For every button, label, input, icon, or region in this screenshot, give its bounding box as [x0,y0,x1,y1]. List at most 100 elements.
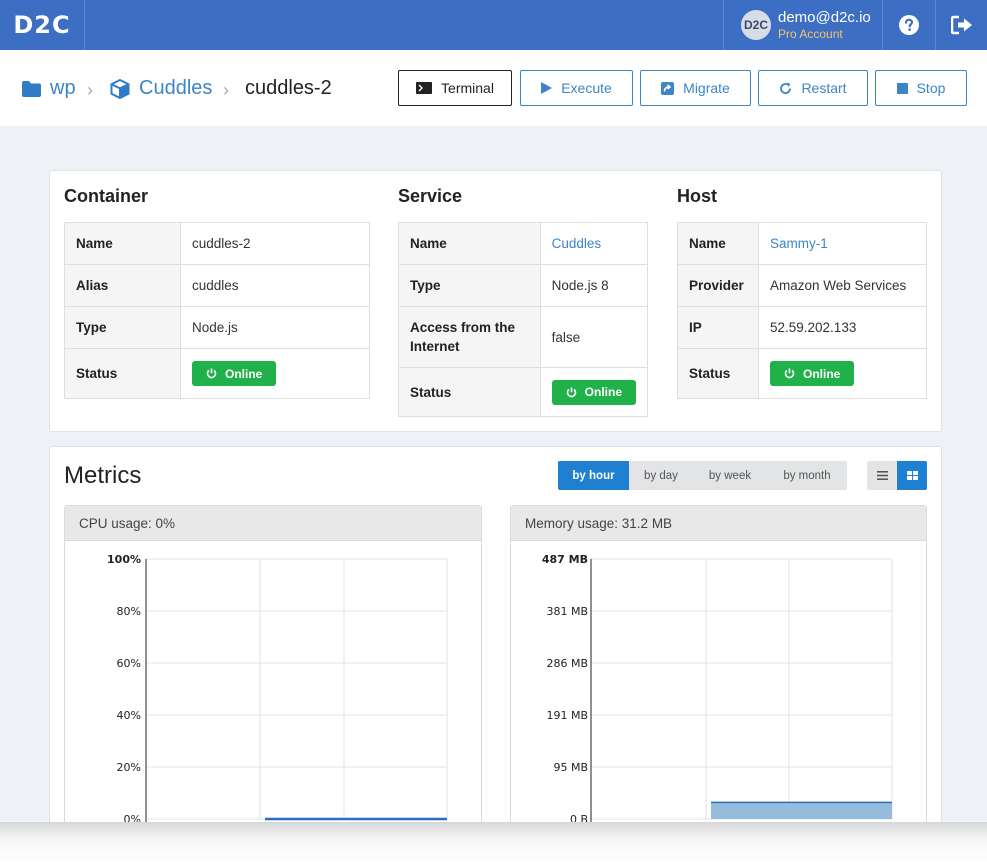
metrics-title: Metrics [64,462,142,489]
table-value: cuddles [180,264,370,307]
user-plan: Pro Account [778,27,843,41]
view-toggle [867,461,927,490]
period-by-month[interactable]: by month [767,461,847,490]
table-value: Node.js [180,306,370,349]
migrate-icon [661,81,675,95]
y-tick-label: 100% [107,553,141,566]
user-email: demo@d2c.io [778,9,871,26]
y-tick-label: 381 MB [546,605,588,618]
cpu-chart-title: CPU usage: 0% [65,506,481,541]
logout-icon [951,15,972,35]
status-badge: Online [192,361,277,386]
host-name-link[interactable]: Sammy-1 [758,222,927,265]
table-value: Node.js 8 [539,264,649,307]
breadcrumb-separator: › [223,80,229,100]
table-value: Amazon Web Services [758,264,927,307]
stop-label: Stop [916,80,946,96]
memory-chart-panel: Memory usage: 31.2 MB 487 MB 381 MB 286 MB… [510,505,927,845]
migrate-button[interactable]: Migrate [640,70,751,106]
memory-chart-title: Memory usage: 31.2 MB [511,506,926,541]
table-key: Status [677,348,759,399]
migrate-label: Migrate [683,80,730,96]
status-label: Online [803,366,841,381]
execute-label: Execute [561,80,612,96]
cpu-chart-panel: CPU usage: 0% 100% 80% 60% 40% 20% 0% [64,505,482,845]
memory-chart: 487 MB381 MB286 MB191 MB95 MB0 B [542,553,893,826]
table-row: Status Online [64,348,370,399]
period-by-hour[interactable]: by hour [558,461,629,490]
restart-button[interactable]: Restart [758,70,868,106]
cpu-chart: 100%80%60%40%20%0% [107,553,448,826]
table-key: Provider [677,264,759,307]
table-value: Online [180,348,370,399]
status-label: Online [584,385,622,399]
y-tick-label: 95 MB [553,761,588,774]
table-key: Name [677,222,759,265]
stop-icon [896,82,908,94]
restart-icon [780,82,792,94]
list-view-button[interactable] [867,461,897,490]
breadcrumb-project[interactable]: wp [22,77,76,100]
service-name-link[interactable]: Cuddles [539,222,649,265]
status-badge: Online [551,379,636,405]
y-tick-label: 191 MB [546,709,588,722]
table-key: Type [398,264,541,307]
table-row: Access from the Internet false [398,306,649,368]
table-value: 52.59.202.133 [758,306,927,349]
bottom-shadow [0,822,987,864]
y-tick-label: 40% [117,709,141,722]
table-row: Status Online [677,348,927,399]
restart-label: Restart [801,80,847,96]
period-by-day[interactable]: by day [629,461,693,490]
help-icon [899,15,919,35]
host-title: Host [677,186,717,206]
status-label: Online [225,366,263,381]
y-tick-label: 80% [117,605,141,618]
grid-icon [906,471,918,480]
cube-icon [110,78,130,99]
app-logo[interactable]: D2C [0,0,85,50]
table-row: Provider Amazon Web Services [677,264,927,307]
user-menu[interactable]: D2C demo@d2c.io Pro Account [723,0,883,50]
table-key: IP [677,306,759,349]
stop-button[interactable]: Stop [875,70,967,106]
table-key: Status [398,367,541,417]
power-icon [784,368,795,379]
terminal-icon [416,82,433,94]
y-tick-label: 487 MB [542,553,588,566]
table-row: Status Online [398,367,649,417]
table-row: Name cuddles-2 [64,222,370,265]
execute-button[interactable]: Execute [520,70,633,106]
service-table: Name Cuddles Type Node.js 8 Access from … [398,222,649,417]
container-title: Container [64,186,149,206]
logout-button[interactable] [937,0,987,50]
table-row: Name Cuddles [398,222,649,265]
play-icon [541,82,553,94]
table-key: Status [64,348,181,399]
service-title: Service [398,186,463,206]
y-tick-label: 20% [117,761,141,774]
table-row: Type Node.js [64,306,370,349]
terminal-button[interactable]: Terminal [398,70,512,106]
series-area [711,802,892,819]
table-value: Online [539,367,649,417]
y-tick-label: 286 MB [546,657,588,670]
period-selector: by hour by day by week by month [558,461,847,490]
grid-view-button[interactable] [897,461,927,490]
status-badge: Online [770,361,855,386]
table-key: Type [64,306,181,349]
page-header: wp › Cuddles › cuddles-2 Terminal Execut… [0,50,987,126]
breadcrumb-container: cuddles-2 [245,77,332,99]
table-key: Name [398,222,541,265]
table-row: Type Node.js 8 [398,264,649,307]
period-by-week[interactable]: by week [693,461,767,490]
power-icon [206,368,217,379]
table-key: Access from the Internet [398,306,541,368]
breadcrumb-project-label: wp [50,77,76,99]
help-button[interactable] [883,0,936,50]
breadcrumb-separator: › [87,80,93,100]
breadcrumb-service[interactable]: Cuddles [110,77,212,100]
folder-icon [22,80,41,97]
y-tick-label: 60% [117,657,141,670]
host-table: Name Sammy-1 Provider Amazon Web Service… [677,222,927,399]
